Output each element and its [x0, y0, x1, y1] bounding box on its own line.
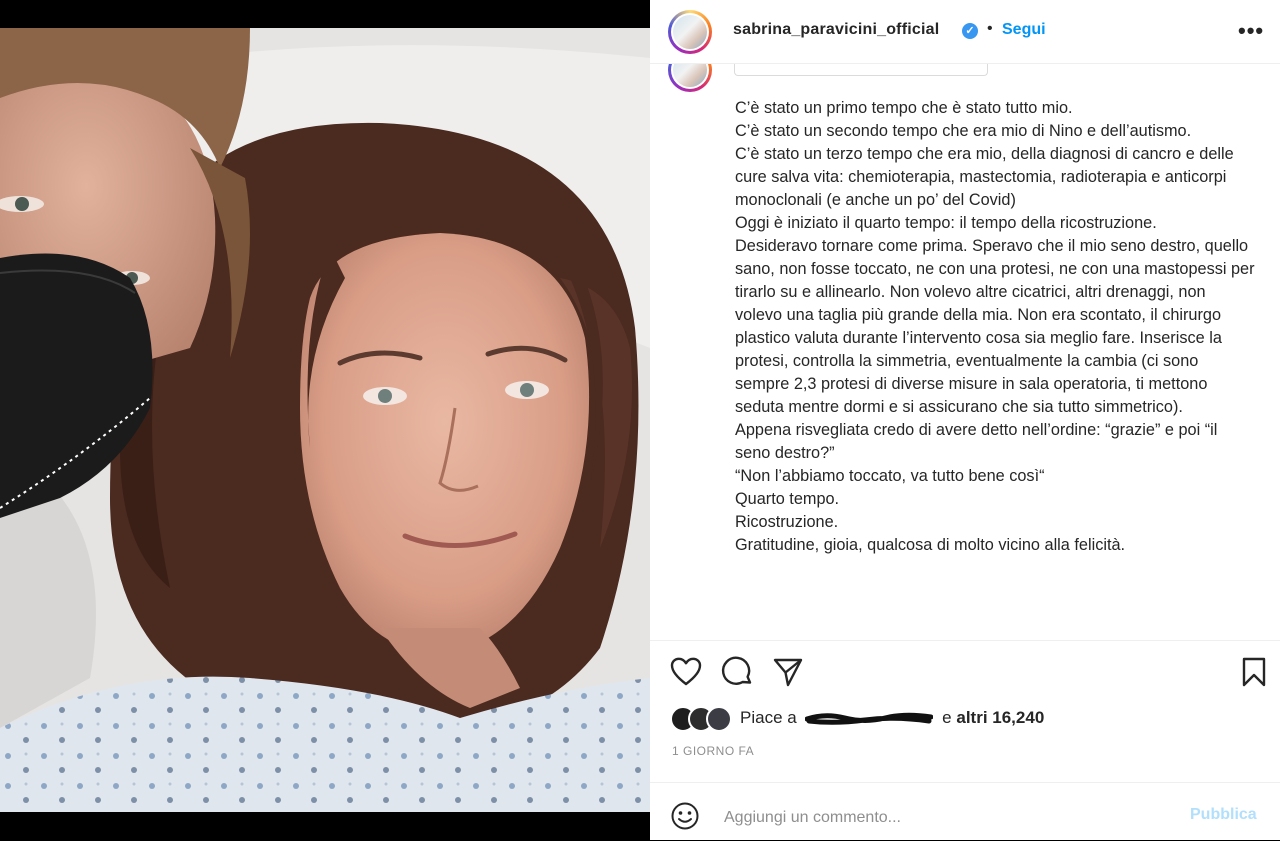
likes-connector: e — [942, 708, 952, 727]
separator-dot: • — [987, 20, 993, 37]
username[interactable]: sabrina_paravicini_official — [733, 21, 939, 39]
comment-icon[interactable] — [720, 655, 754, 689]
likes-summary: Piace a e altri 16,240 — [740, 708, 1044, 728]
publish-button[interactable]: Pubblica — [1190, 806, 1257, 824]
post-image-pane — [0, 0, 650, 840]
post-sidebar: sabrina_paravicini_official ✓ • Segui ••… — [650, 0, 1280, 840]
post-photo[interactable] — [0, 28, 650, 812]
post-caption: C’è stato un primo tempo che è stato tut… — [735, 99, 1255, 554]
likes-prefix: Piace a — [740, 708, 797, 727]
likes-row: Piace a e altri 16,240 — [650, 700, 1280, 740]
post-header: sabrina_paravicini_official ✓ • Segui ••… — [650, 0, 1280, 64]
comment-input[interactable] — [722, 805, 1166, 831]
redacted-username[interactable] — [805, 710, 934, 725]
emoji-icon[interactable] — [670, 801, 700, 831]
action-bar — [650, 640, 1280, 701]
previous-comment-edge — [734, 64, 988, 76]
bookmark-icon[interactable] — [1237, 655, 1271, 689]
heart-icon[interactable] — [669, 655, 703, 689]
verified-icon: ✓ — [962, 23, 978, 39]
comment-bar: Pubblica — [650, 782, 1280, 841]
share-icon[interactable] — [771, 655, 805, 689]
liker-avatar[interactable] — [706, 706, 732, 732]
avatar-photo — [673, 15, 707, 49]
more-icon[interactable]: ••• — [1238, 18, 1264, 44]
caption-avatar[interactable] — [668, 64, 712, 92]
caption-area[interactable]: C’è stato un primo tempo che è stato tut… — [650, 64, 1280, 640]
likes-count[interactable]: altri 16,240 — [956, 708, 1044, 727]
post-timestamp[interactable]: 1 GIORNO FA — [672, 744, 754, 758]
selfie-illustration — [0, 28, 650, 812]
follow-button[interactable]: Segui — [1002, 21, 1046, 39]
avatar[interactable] — [668, 10, 712, 54]
